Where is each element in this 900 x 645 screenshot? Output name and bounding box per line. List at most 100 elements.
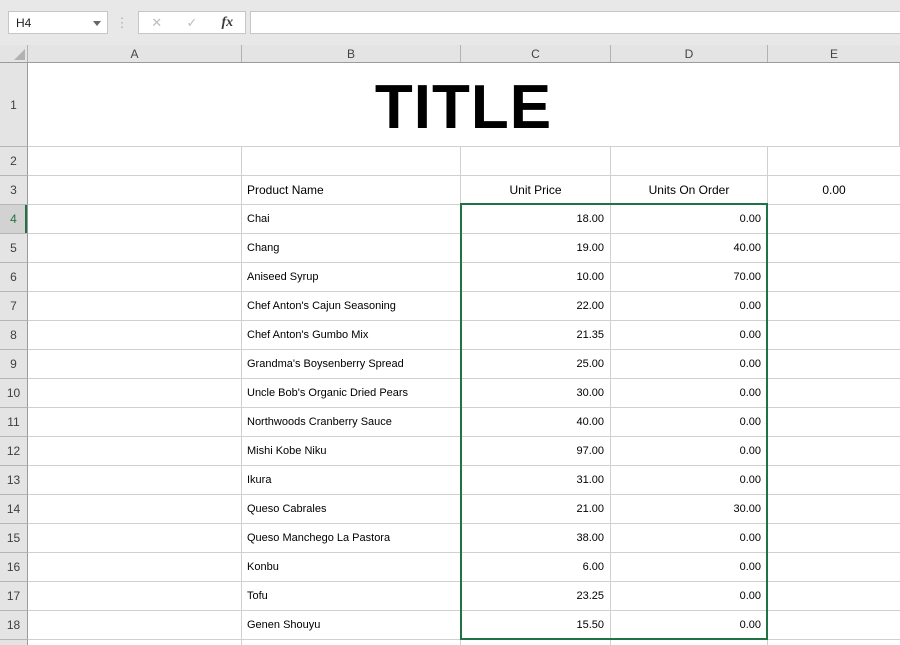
cell-col-e[interactable] (768, 321, 900, 350)
cell-product-name[interactable]: Chef Anton's Cajun Seasoning (242, 292, 461, 321)
chevron-down-icon[interactable] (93, 21, 101, 26)
cell-unit-price[interactable]: 19.00 (461, 234, 611, 263)
cell-product-name[interactable]: Aniseed Syrup (242, 263, 461, 292)
header-extra-value[interactable]: 0.00 (768, 176, 900, 205)
cell-units-on-order[interactable]: 0.00 (611, 350, 768, 379)
cell-units-on-order[interactable]: 0.00 (611, 379, 768, 408)
cell-d2[interactable] (611, 147, 768, 176)
cell-units-on-order[interactable]: 30.00 (611, 495, 768, 524)
insert-function-button[interactable]: fx (212, 15, 242, 31)
row-header[interactable]: 5 (0, 234, 28, 263)
row-header-3[interactable]: 3 (0, 176, 28, 205)
column-header-d[interactable]: D (611, 45, 768, 62)
cell-col-e[interactable] (768, 350, 900, 379)
formula-input[interactable] (250, 11, 900, 34)
cell-product-name[interactable]: Northwoods Cranberry Sauce (242, 408, 461, 437)
select-all-button[interactable] (0, 45, 28, 62)
column-header-e[interactable]: E (768, 45, 900, 62)
cell-col-a[interactable] (28, 466, 242, 495)
cell-col-a[interactable] (28, 524, 242, 553)
cell-product-name[interactable]: Konbu (242, 553, 461, 582)
row-header-1[interactable]: 1 (0, 63, 28, 147)
cell-units-on-order[interactable]: 40.00 (611, 234, 768, 263)
cell-b19[interactable] (242, 640, 461, 645)
cell-col-e[interactable] (768, 582, 900, 611)
row-header[interactable]: 18 (0, 611, 28, 640)
cell-c19[interactable] (461, 640, 611, 645)
column-header-b[interactable]: B (242, 45, 461, 62)
cell-units-on-order[interactable]: 0.00 (611, 437, 768, 466)
cell-product-name[interactable]: Queso Cabrales (242, 495, 461, 524)
column-header-c[interactable]: C (461, 45, 611, 62)
cell-unit-price[interactable]: 6.00 (461, 553, 611, 582)
cell-product-name[interactable]: Mishi Kobe Niku (242, 437, 461, 466)
row-header[interactable]: 10 (0, 379, 28, 408)
cell-col-a[interactable] (28, 379, 242, 408)
cell-col-e[interactable] (768, 234, 900, 263)
row-header[interactable]: 8 (0, 321, 28, 350)
cell-b2[interactable] (242, 147, 461, 176)
row-header[interactable]: 14 (0, 495, 28, 524)
row-header[interactable]: 4 (0, 205, 28, 234)
cell-col-a[interactable] (28, 495, 242, 524)
cell-col-e[interactable] (768, 611, 900, 640)
enter-button[interactable]: ✓ (177, 15, 207, 31)
cell-a2[interactable] (28, 147, 242, 176)
cell-product-name[interactable]: Chef Anton's Gumbo Mix (242, 321, 461, 350)
cell-unit-price[interactable]: 23.25 (461, 582, 611, 611)
cell-product-name[interactable]: Chang (242, 234, 461, 263)
cell-product-name[interactable]: Chai (242, 205, 461, 234)
cell-col-a[interactable] (28, 611, 242, 640)
cell-col-e[interactable] (768, 292, 900, 321)
cell-product-name[interactable]: Grandma's Boysenberry Spread (242, 350, 461, 379)
cell-col-e[interactable] (768, 205, 900, 234)
cell-d19[interactable] (611, 640, 768, 645)
cell-a3[interactable] (28, 176, 242, 205)
row-header-2[interactable]: 2 (0, 147, 28, 176)
cell-product-name[interactable]: Ikura (242, 466, 461, 495)
cell-e2[interactable] (768, 147, 900, 176)
cell-units-on-order[interactable]: 0.00 (611, 524, 768, 553)
cell-unit-price[interactable]: 22.00 (461, 292, 611, 321)
cell-e19[interactable] (768, 640, 900, 645)
cell-col-e[interactable] (768, 408, 900, 437)
row-header-19-partial[interactable] (0, 640, 28, 645)
cell-unit-price[interactable]: 21.35 (461, 321, 611, 350)
row-header[interactable]: 11 (0, 408, 28, 437)
cell-units-on-order[interactable]: 0.00 (611, 292, 768, 321)
cell-col-a[interactable] (28, 408, 242, 437)
cell-col-e[interactable] (768, 437, 900, 466)
cell-col-a[interactable] (28, 234, 242, 263)
cell-col-a[interactable] (28, 437, 242, 466)
row-header[interactable]: 16 (0, 553, 28, 582)
cell-unit-price[interactable]: 38.00 (461, 524, 611, 553)
row-header[interactable]: 12 (0, 437, 28, 466)
cell-unit-price[interactable]: 21.00 (461, 495, 611, 524)
cell-col-e[interactable] (768, 495, 900, 524)
cell-title-merged[interactable]: TITLE (28, 63, 900, 147)
header-product-name[interactable]: Product Name (242, 176, 461, 205)
row-header[interactable]: 17 (0, 582, 28, 611)
cell-units-on-order[interactable]: 70.00 (611, 263, 768, 292)
header-units-on-order[interactable]: Units On Order (611, 176, 768, 205)
cell-col-e[interactable] (768, 379, 900, 408)
cell-col-a[interactable] (28, 205, 242, 234)
cell-unit-price[interactable]: 31.00 (461, 466, 611, 495)
cell-unit-price[interactable]: 97.00 (461, 437, 611, 466)
cell-units-on-order[interactable]: 0.00 (611, 611, 768, 640)
cell-col-a[interactable] (28, 263, 242, 292)
cell-units-on-order[interactable]: 0.00 (611, 582, 768, 611)
cell-a19[interactable] (28, 640, 242, 645)
cell-col-a[interactable] (28, 321, 242, 350)
cell-units-on-order[interactable]: 0.00 (611, 321, 768, 350)
name-box[interactable]: H4 (8, 11, 108, 34)
cell-col-a[interactable] (28, 553, 242, 582)
column-header-a[interactable]: A (28, 45, 242, 62)
cell-col-a[interactable] (28, 350, 242, 379)
cell-col-e[interactable] (768, 553, 900, 582)
cell-units-on-order[interactable]: 0.00 (611, 205, 768, 234)
cell-units-on-order[interactable]: 0.00 (611, 408, 768, 437)
cell-unit-price[interactable]: 30.00 (461, 379, 611, 408)
cell-product-name[interactable]: Genen Shouyu (242, 611, 461, 640)
cell-col-e[interactable] (768, 466, 900, 495)
